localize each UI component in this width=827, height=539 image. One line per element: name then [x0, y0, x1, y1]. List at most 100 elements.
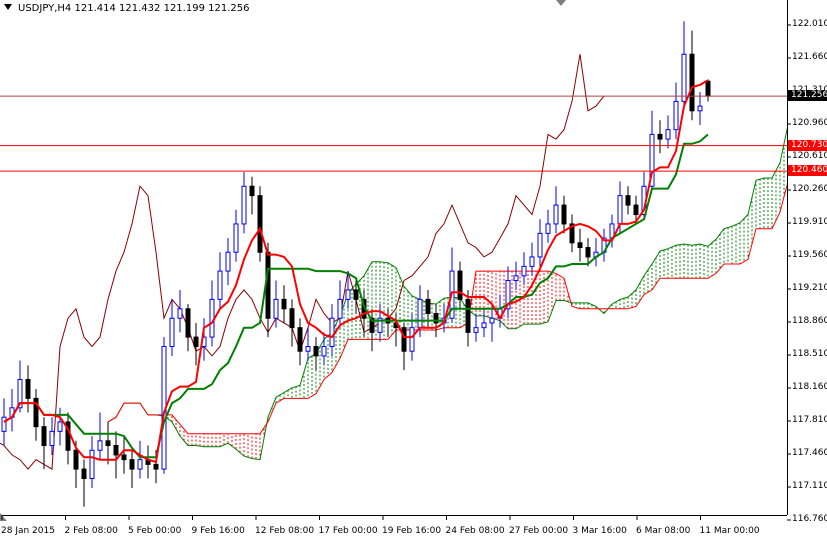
candle-body [241, 185, 247, 225]
candle-body [617, 195, 623, 225]
time-tick-label: 5 Feb 00:00 [128, 526, 182, 536]
candle-body [665, 129, 671, 140]
price-tick-label: 117.810 [792, 415, 827, 425]
candle-body [697, 105, 703, 112]
candle-body [577, 242, 583, 249]
plot-area [0, 21, 787, 507]
candle-body [137, 459, 143, 470]
time-tick-label: 6 Mar 08:00 [636, 526, 691, 536]
candle-body [113, 445, 119, 456]
candle-body [337, 298, 343, 319]
candle-body [273, 298, 279, 319]
candle-body [105, 440, 111, 447]
price-tick-label: 121.660 [792, 52, 827, 62]
time-tick-label: 9 Feb 16:00 [191, 526, 245, 536]
candle-body [537, 232, 543, 258]
candle-body [169, 317, 175, 348]
candle-body [401, 327, 407, 352]
candle-body [457, 270, 463, 300]
time-tick-label: 17 Feb 00:00 [318, 526, 378, 536]
price-tick-label: 120.260 [792, 184, 827, 194]
candle-body [657, 133, 663, 140]
candle-body [585, 247, 591, 258]
candle-body [417, 298, 423, 329]
price-tick-label: 118.160 [792, 382, 827, 392]
price-tick-label: 116.760 [792, 514, 827, 524]
ohlc-low: 121.199 [163, 3, 205, 14]
candle-body [289, 308, 295, 329]
candle-body [529, 256, 535, 267]
time-tick-label: 3 Mar 16:00 [572, 526, 627, 536]
candle-body [409, 327, 415, 352]
price-tick-label: 119.560 [792, 250, 827, 260]
price-tick-label: 119.210 [792, 283, 827, 293]
candle-body [465, 298, 471, 333]
ohlc-high: 121.432 [119, 3, 161, 14]
price-tick-label: 118.860 [792, 316, 827, 326]
price-chart[interactable] [0, 0, 827, 539]
candle-body [185, 308, 191, 338]
candle-body [57, 421, 63, 432]
candle-body [121, 454, 127, 461]
candle-body [281, 298, 287, 310]
time-tick-label: 27 Feb 00:00 [509, 526, 569, 536]
candle-body [225, 251, 231, 272]
time-tick-label: 24 Feb 08:00 [445, 526, 505, 536]
time-tick-label: 2 Feb 08:00 [64, 526, 118, 536]
time-tick-label: 12 Feb 08:00 [255, 526, 315, 536]
candle-body [1, 416, 7, 432]
candle-body [681, 53, 687, 102]
candle-body [41, 426, 47, 447]
candle-body [153, 463, 159, 470]
candle-body [193, 336, 199, 348]
candle-body [513, 275, 519, 282]
chart-title: USDJPY,H4 121.414 121.432 121.199 121.25… [4, 3, 249, 14]
hline-price-tag: 120.730 [788, 139, 827, 151]
candle-body [689, 53, 695, 112]
candle-body [233, 223, 239, 253]
candle-body [177, 308, 183, 319]
time-tick-label: 19 Feb 16:00 [382, 526, 442, 536]
candle-body [321, 346, 327, 357]
candle-body [25, 379, 31, 399]
dropdown-triangle-icon[interactable] [4, 4, 12, 10]
candle-body [257, 195, 263, 253]
candle-body [81, 468, 87, 480]
candle-body [625, 195, 631, 206]
chart-window[interactable]: USDJPY,H4 121.414 121.432 121.199 121.25… [0, 0, 827, 539]
candle-body [553, 204, 559, 225]
price-tick-label: 120.960 [792, 118, 827, 128]
candle-body [353, 289, 359, 300]
candle-body [329, 317, 335, 348]
candle-body [89, 449, 95, 480]
symbol-label: USDJPY,H4 [18, 3, 72, 14]
candle-body [473, 327, 479, 333]
ohlc-open: 121.414 [74, 3, 116, 14]
candle-body [561, 204, 567, 225]
current-price-tag: 121.256 [788, 90, 827, 102]
candle-body [705, 80, 711, 97]
ohlc-close: 121.256 [208, 3, 250, 14]
time-tick-label: 28 Jan 2015 [1, 526, 55, 536]
scroll-marker-icon [0, 513, 7, 521]
candle-body [673, 100, 679, 131]
time-tick-label: 11 Mar 00:00 [699, 526, 760, 536]
price-tick-label: 117.110 [792, 481, 827, 491]
candle-body [633, 204, 639, 216]
candle-body [97, 440, 103, 451]
candle-body [249, 185, 255, 197]
candle-body [217, 270, 223, 300]
price-tick-label: 122.010 [792, 19, 827, 29]
price-tick-label: 120.610 [792, 151, 827, 161]
candle-body [297, 327, 303, 352]
candle-body [521, 265, 527, 277]
candle-body [545, 223, 551, 234]
chikou-span [0, 54, 605, 470]
price-tick-label: 117.460 [792, 448, 827, 458]
hline-price-tag: 120.460 [788, 165, 827, 177]
tenkan-sen [3, 79, 709, 464]
candle-body [489, 317, 495, 324]
candle-body [209, 298, 215, 338]
candle-body [345, 289, 351, 300]
price-tick-label: 119.910 [792, 217, 827, 227]
